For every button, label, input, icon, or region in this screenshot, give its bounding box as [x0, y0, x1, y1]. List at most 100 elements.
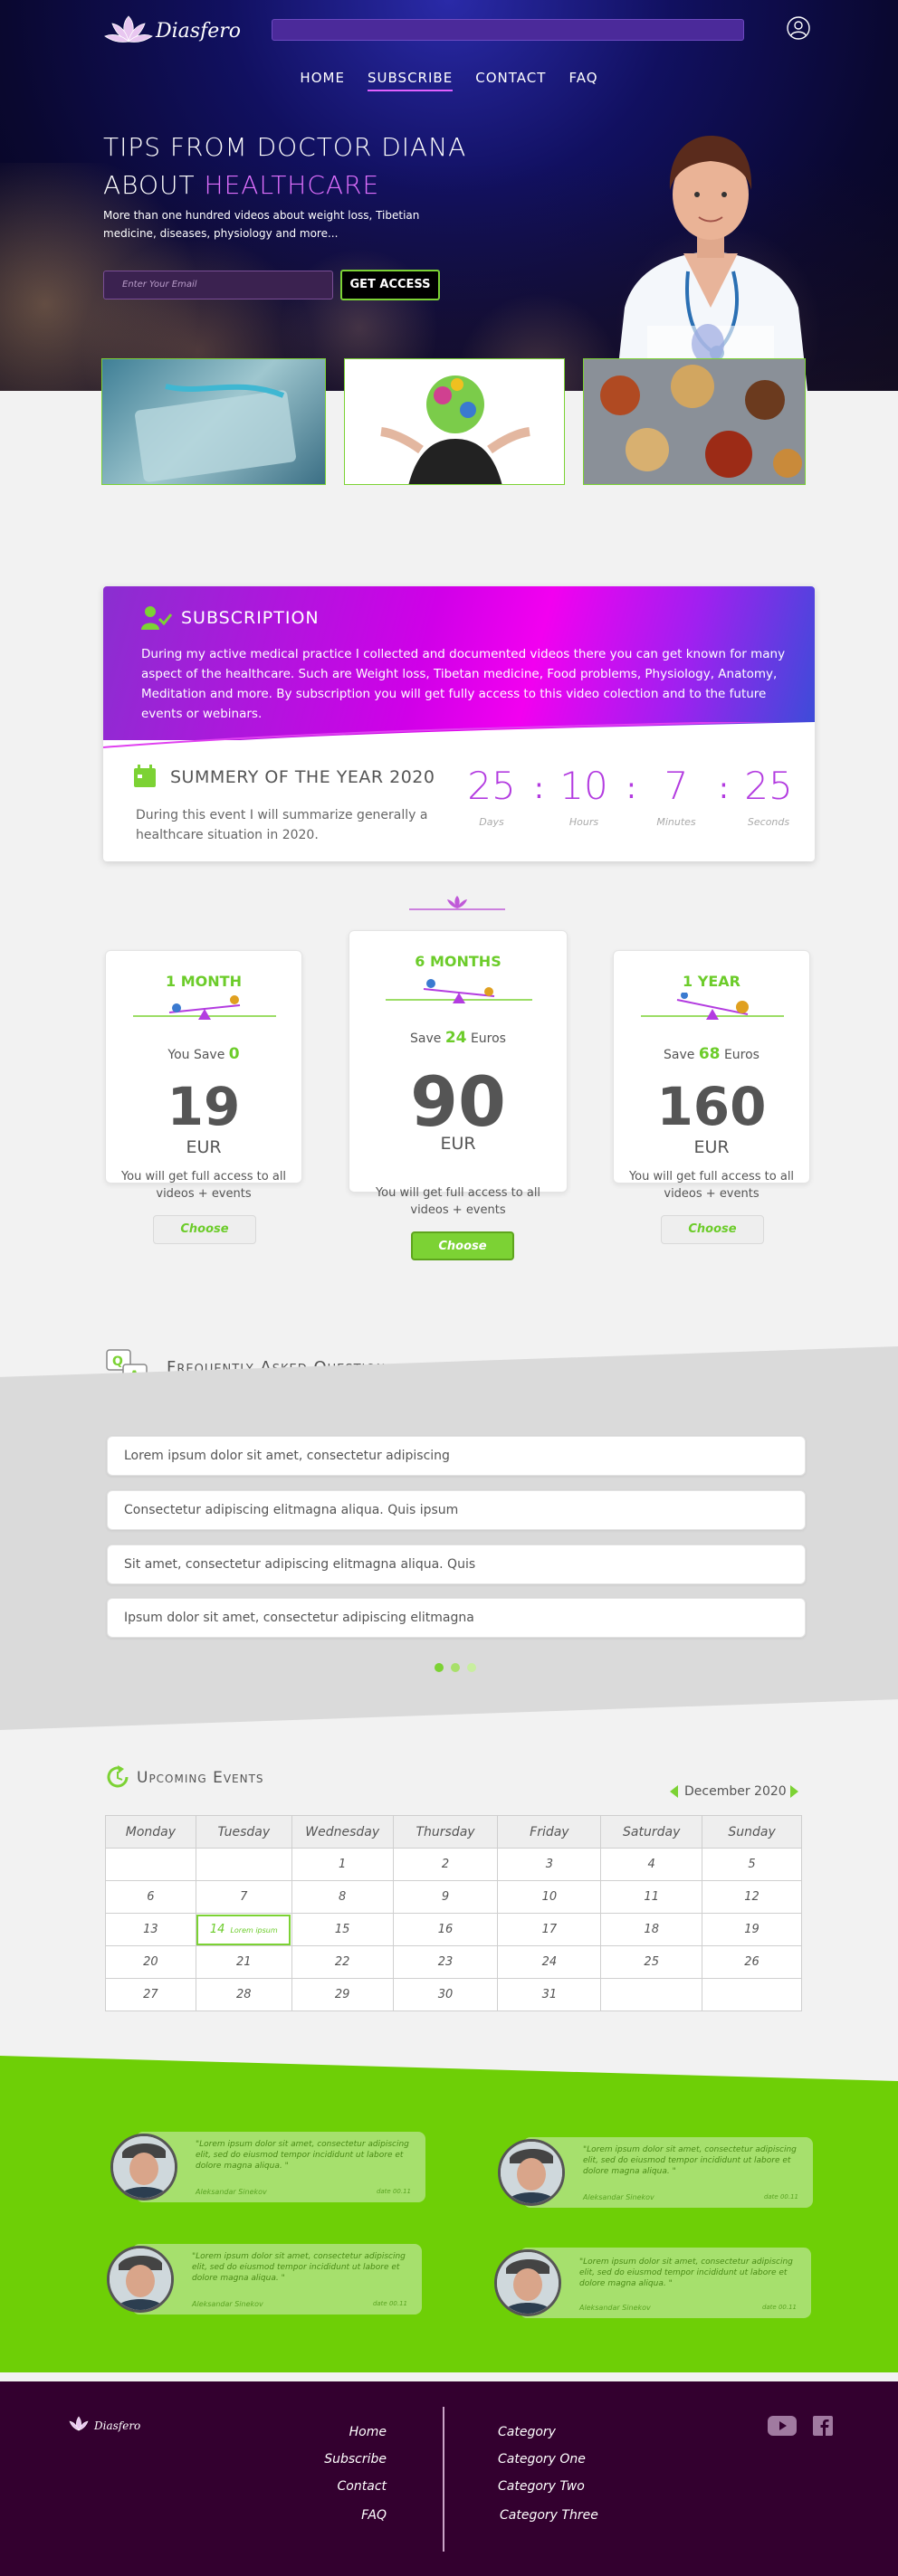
- calendar-day[interactable]: 8: [291, 1880, 394, 1914]
- footer-category[interactable]: Category Three: [500, 2508, 598, 2523]
- countdown-days: 25: [467, 764, 516, 808]
- calendar-day[interactable]: 26: [702, 1945, 802, 1979]
- facebook-icon[interactable]: [813, 2416, 833, 2436]
- calendar-day[interactable]: [195, 1848, 292, 1881]
- nav-subscribe[interactable]: SUBSCRIBE: [368, 70, 454, 91]
- countdown-seconds: 25: [744, 764, 793, 808]
- calendar-day[interactable]: 5: [702, 1848, 802, 1881]
- subscription-title: SUBSCRIPTION: [181, 608, 320, 628]
- calendar-day[interactable]: 29: [291, 1978, 394, 2011]
- faq-question-item[interactable]: Sit amet, consectetur adipiscing elitmag…: [107, 1545, 806, 1584]
- calendar-day[interactable]: 18: [600, 1913, 703, 1946]
- testimonial-date: date 00.11: [376, 2188, 411, 2195]
- calendar-day[interactable]: [702, 1978, 802, 2011]
- logo-text[interactable]: Diasfero: [156, 20, 241, 43]
- calendar-day[interactable]: 12: [702, 1880, 802, 1914]
- calendar-day[interactable]: 16: [392, 1913, 499, 1946]
- countdown-hours-label: Hours: [568, 816, 599, 828]
- footer-link-faq[interactable]: FAQ: [361, 2508, 387, 2523]
- event-title: SUMMERY OF THE YEAR 2020: [170, 767, 435, 787]
- calendar-day[interactable]: 4: [600, 1848, 703, 1881]
- calendar-day[interactable]: [600, 1978, 703, 2011]
- calendar-day[interactable]: 30: [392, 1978, 499, 2011]
- nav-contact[interactable]: CONTACT: [475, 70, 546, 90]
- footer-logo-text[interactable]: Diasfero: [94, 2419, 140, 2432]
- calendar-day-number: 14: [209, 1923, 225, 1936]
- footer-divider: [443, 2407, 444, 2552]
- search-input[interactable]: [272, 19, 744, 41]
- plan-currency: EUR: [693, 1137, 730, 1157]
- chevron-right-icon[interactable]: [789, 1784, 800, 1799]
- calendar-day[interactable]: 2: [392, 1848, 499, 1881]
- testimonial-date: date 00.11: [761, 2304, 797, 2311]
- plan-price: 19: [167, 1076, 241, 1137]
- calendar-day[interactable]: 3: [497, 1848, 602, 1881]
- faq-question-item[interactable]: Lorem ipsum dolor sit amet, consectetur …: [107, 1436, 806, 1476]
- nav-home[interactable]: HOME: [300, 70, 345, 90]
- footer-link-subscribe[interactable]: Subscribe: [324, 2452, 387, 2467]
- calendar-day[interactable]: 13: [105, 1913, 196, 1946]
- calendar-day[interactable]: 1: [291, 1848, 394, 1881]
- footer-category[interactable]: Category One: [498, 2452, 586, 2467]
- plan-card-6-months: 6 MONTHS Save 24 Euros 90 EUR You will g…: [349, 930, 568, 1260]
- confused-person-image: [344, 358, 565, 485]
- countdown-separator: :: [626, 771, 636, 805]
- plan-description: You will get full access to all videos +…: [120, 1170, 287, 1201]
- countdown-minutes: 7: [664, 764, 689, 808]
- choose-plan-button[interactable]: Choose: [411, 1231, 514, 1260]
- calendar-day[interactable]: 6: [105, 1880, 196, 1914]
- chevron-left-icon[interactable]: [668, 1784, 679, 1799]
- calendar-day[interactable]: 31: [497, 1978, 602, 2011]
- calendar-day[interactable]: 27: [105, 1978, 196, 2011]
- pagination-dot-active[interactable]: [435, 1663, 444, 1672]
- calendar-day[interactable]: 17: [497, 1913, 602, 1946]
- countdown-separator: :: [534, 771, 544, 805]
- plan-savings-suffix: Euros: [466, 1031, 506, 1046]
- calendar-day[interactable]: 25: [600, 1945, 703, 1979]
- youtube-icon[interactable]: [768, 2416, 797, 2436]
- doctor-portrait-image: [616, 136, 807, 391]
- plan-description: You will get full access to all videos +…: [375, 1186, 541, 1217]
- refresh-clock-icon: [107, 1765, 129, 1788]
- faq-question-item[interactable]: Consectetur adipiscing elitmagna aliqua.…: [107, 1490, 806, 1530]
- testimonial-quote: "Lorem ipsum dolor sit amet, consectetur…: [192, 2252, 406, 2283]
- calendar-day[interactable]: 22: [291, 1945, 394, 1979]
- lotus-logo-icon[interactable]: [65, 2414, 92, 2434]
- calendar-day[interactable]: 23: [392, 1945, 499, 1979]
- countdown-hours: 10: [559, 764, 608, 808]
- footer-category[interactable]: Category Two: [498, 2479, 585, 2494]
- calendar-day[interactable]: [105, 1848, 196, 1881]
- calendar-day[interactable]: 10: [497, 1880, 602, 1914]
- calendar-day[interactable]: 24: [497, 1945, 602, 1979]
- choose-plan-button[interactable]: Choose: [153, 1215, 256, 1244]
- footer-category[interactable]: Category: [498, 2425, 556, 2439]
- calendar-month-label: December 2020: [684, 1784, 787, 1799]
- testimonial-card: "Lorem ipsum dolor sit amet, consectetur…: [136, 2132, 425, 2202]
- calendar-day[interactable]: 19: [702, 1913, 802, 1946]
- plan-savings-amount: 24: [444, 1029, 467, 1047]
- weekday-header: Friday: [497, 1815, 602, 1849]
- email-field[interactable]: Enter Your Email: [103, 271, 333, 299]
- get-access-button[interactable]: GET ACCESS: [340, 270, 440, 300]
- pagination-dot[interactable]: [451, 1663, 460, 1672]
- calendar-day[interactable]: 9: [392, 1880, 499, 1914]
- calendar-day[interactable]: 20: [105, 1945, 196, 1979]
- calendar-day[interactable]: 21: [195, 1945, 292, 1979]
- calendar-day-event[interactable]: 14 Lorem ipsum: [195, 1913, 292, 1946]
- user-icon[interactable]: [787, 16, 810, 40]
- pagination-dot[interactable]: [467, 1663, 476, 1672]
- plan-savings-suffix: Euros: [720, 1048, 759, 1062]
- faq-question-item[interactable]: Ipsum dolor sit amet, consectetur adipis…: [107, 1598, 806, 1638]
- calendar-day[interactable]: 15: [291, 1913, 394, 1946]
- calendar-day[interactable]: 28: [195, 1978, 292, 2011]
- calendar-day[interactable]: 7: [195, 1880, 292, 1914]
- countdown-seconds-label: Seconds: [747, 816, 790, 828]
- footer-link-home[interactable]: Home: [349, 2425, 387, 2439]
- nav-faq[interactable]: FAQ: [569, 70, 598, 90]
- footer-link-contact[interactable]: Contact: [338, 2479, 387, 2494]
- avatar: [498, 2139, 565, 2206]
- calendar-day[interactable]: 11: [600, 1880, 703, 1914]
- subscription-card: SUBSCRIPTION During my active medical pr…: [103, 586, 815, 861]
- choose-plan-button[interactable]: Choose: [661, 1215, 764, 1244]
- countdown-minutes-label: Minutes: [656, 816, 696, 828]
